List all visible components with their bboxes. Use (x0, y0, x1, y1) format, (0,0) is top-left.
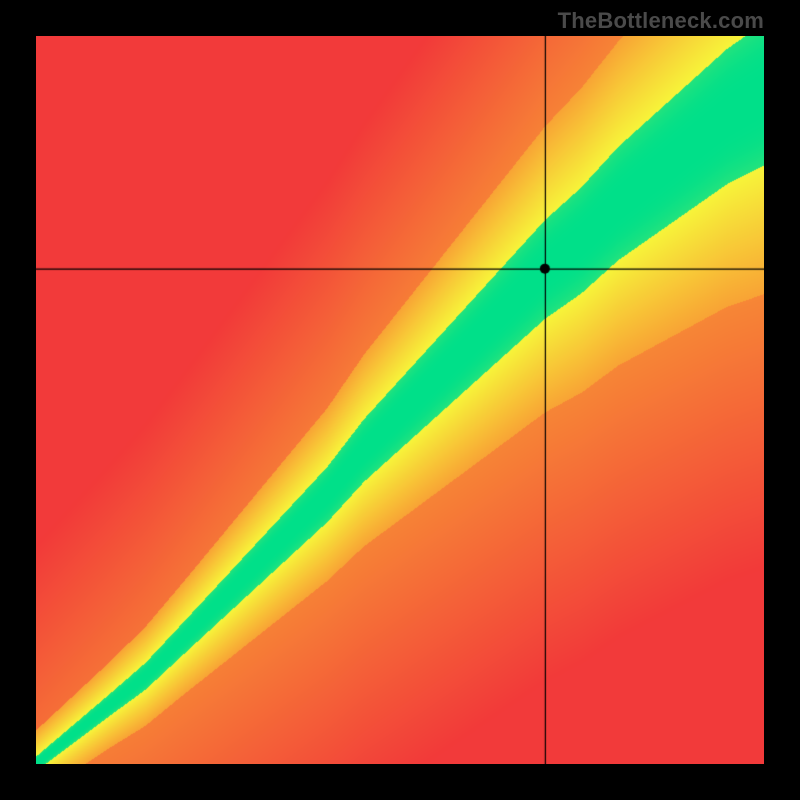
heatmap-plot (36, 36, 764, 764)
chart-frame: TheBottleneck.com (0, 0, 800, 800)
heatmap-canvas (36, 36, 764, 764)
watermark-text: TheBottleneck.com (558, 8, 764, 34)
